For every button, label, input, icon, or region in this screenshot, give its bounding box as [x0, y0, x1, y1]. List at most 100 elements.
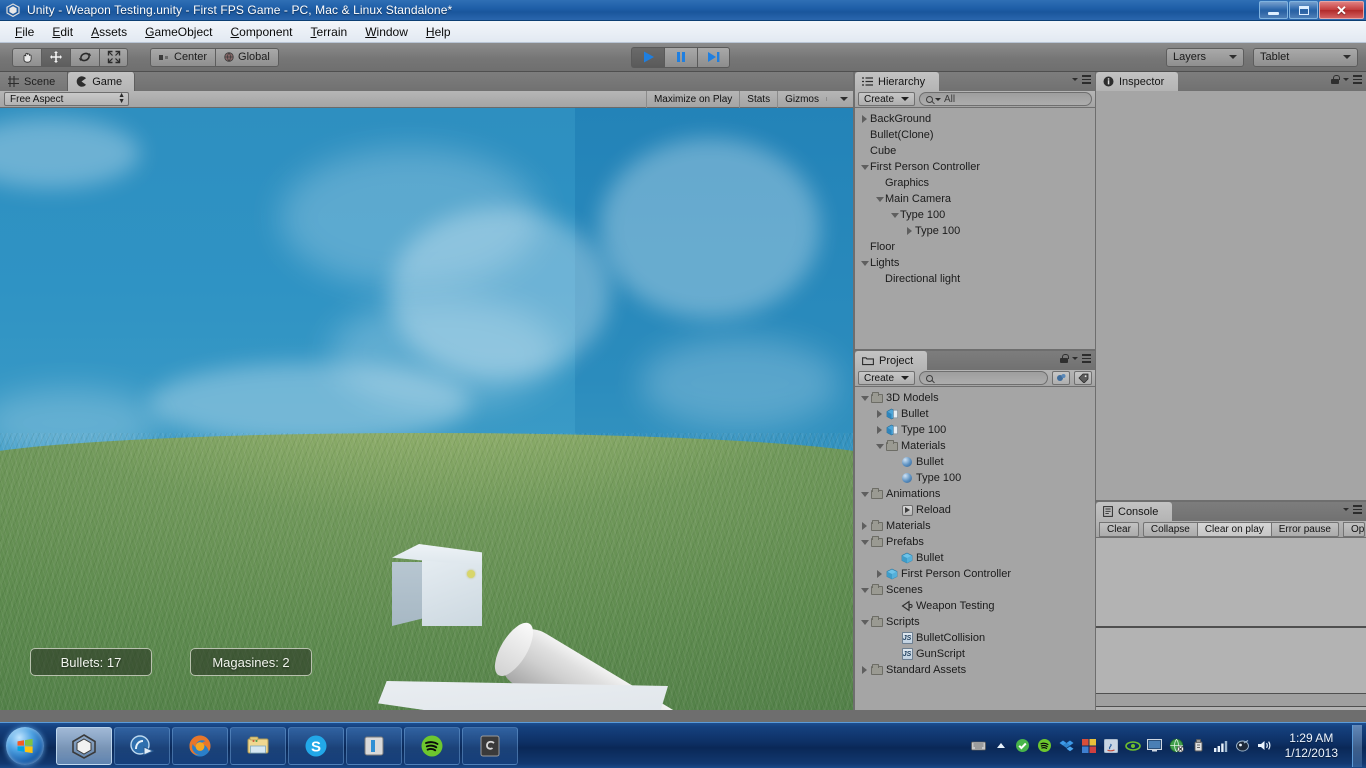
console-clear-button[interactable]: Clear: [1099, 521, 1139, 537]
twisty-toggle[interactable]: [859, 260, 870, 266]
twisty-toggle[interactable]: [859, 666, 870, 674]
lock-icon[interactable]: [1331, 75, 1340, 84]
console-clear-on-play-button[interactable]: Clear on play: [1196, 521, 1271, 537]
chevron-down-icon[interactable]: [1343, 507, 1349, 511]
keyboard-icon[interactable]: [971, 738, 987, 754]
hierarchy-item[interactable]: Type 100: [855, 223, 1095, 239]
colors-icon[interactable]: [1081, 738, 1097, 754]
start-button[interactable]: [2, 725, 48, 767]
console-message-list[interactable]: [1096, 538, 1366, 710]
hierarchy-item[interactable]: First Person Controller: [855, 159, 1095, 175]
twisty-toggle[interactable]: [904, 227, 915, 235]
pause-button[interactable]: [664, 46, 697, 68]
tab-inspector[interactable]: Inspector: [1096, 72, 1179, 91]
twisty-toggle[interactable]: [859, 619, 870, 625]
project-item[interactable]: First Person Controller: [855, 566, 1095, 582]
menu-help[interactable]: Help: [417, 23, 460, 41]
chevron-down-icon[interactable]: [1072, 357, 1078, 360]
twisty-toggle[interactable]: [859, 164, 870, 170]
move-tool-button[interactable]: [41, 47, 70, 67]
lock-icon[interactable]: [1060, 354, 1069, 363]
project-item[interactable]: Type 100: [855, 422, 1095, 438]
panel-menu-icon[interactable]: [1353, 505, 1362, 514]
volume-icon[interactable]: [1257, 738, 1273, 754]
restore-button[interactable]: [1289, 1, 1318, 19]
aspect-ratio-dropdown[interactable]: Free Aspect ▲ ▼: [4, 92, 129, 106]
java-icon[interactable]: [1103, 738, 1119, 754]
project-create-button[interactable]: Create: [858, 371, 916, 385]
hand-tool-button[interactable]: [12, 47, 41, 67]
hierarchy-search-input[interactable]: All: [919, 92, 1092, 106]
twisty-toggle[interactable]: [874, 570, 885, 578]
display-icon[interactable]: [1147, 738, 1163, 754]
twisty-toggle[interactable]: [874, 443, 885, 449]
inspector-content-empty[interactable]: [1096, 91, 1366, 500]
stats-button[interactable]: Stats: [739, 90, 777, 108]
twisty-toggle[interactable]: [859, 491, 870, 497]
menu-component[interactable]: Component: [221, 23, 301, 41]
project-item[interactable]: Scripts: [855, 614, 1095, 630]
project-item[interactable]: Weapon Testing: [855, 598, 1095, 614]
taskbar-explorer[interactable]: [230, 726, 286, 765]
layers-dropdown[interactable]: Layers: [1166, 47, 1244, 67]
project-item[interactable]: Animations: [855, 486, 1095, 502]
twisty-toggle[interactable]: [874, 426, 885, 434]
taskbar-clock[interactable]: 1:29 AM 1/12/2013: [1279, 731, 1346, 761]
hierarchy-item[interactable]: Main Camera: [855, 191, 1095, 207]
hierarchy-item[interactable]: Directional light: [855, 271, 1095, 287]
twisty-toggle[interactable]: [874, 196, 885, 202]
project-item[interactable]: Prefabs: [855, 534, 1095, 550]
tab-hierarchy[interactable]: Hierarchy: [855, 72, 940, 91]
panel-menu-icon[interactable]: [1082, 75, 1091, 84]
close-button[interactable]: ✕: [1319, 1, 1364, 19]
twisty-toggle[interactable]: [859, 539, 870, 545]
project-item[interactable]: 3D Models: [855, 390, 1095, 406]
hierarchy-item[interactable]: BackGround: [855, 111, 1095, 127]
project-search-input[interactable]: [919, 371, 1048, 385]
twisty-toggle[interactable]: [859, 587, 870, 593]
maximize-on-play-button[interactable]: Maximize on Play: [645, 90, 739, 108]
hierarchy-item[interactable]: Lights: [855, 255, 1095, 271]
scale-tool-button[interactable]: [99, 47, 128, 67]
twisty-toggle[interactable]: [859, 522, 870, 530]
usb-icon[interactable]: [1191, 738, 1207, 754]
menu-edit[interactable]: Edit: [43, 23, 82, 41]
taskbar-firefox[interactable]: [172, 726, 228, 765]
step-button[interactable]: [697, 46, 730, 68]
chevron-down-icon[interactable]: [1072, 77, 1078, 81]
panel-menu-icon[interactable]: [1353, 75, 1362, 84]
taskbar-media[interactable]: [346, 726, 402, 765]
game-view-render[interactable]: Bullets: 17 Magasines: 2: [0, 108, 853, 710]
tab-console[interactable]: Console: [1096, 502, 1173, 521]
taskbar-skype[interactable]: S: [288, 726, 344, 765]
show-hidden-icons-button[interactable]: [993, 738, 1009, 754]
project-item[interactable]: Materials: [855, 518, 1095, 534]
taskbar-monodevelop[interactable]: [114, 726, 170, 765]
play-button[interactable]: [631, 46, 664, 68]
hierarchy-item[interactable]: Cube: [855, 143, 1095, 159]
menu-terrain[interactable]: Terrain: [302, 23, 357, 41]
project-item[interactable]: JS GunScript: [855, 646, 1095, 662]
taskbar-app[interactable]: [462, 726, 518, 765]
twisty-toggle[interactable]: [859, 115, 870, 123]
taskbar-unity[interactable]: [56, 726, 112, 765]
menu-file[interactable]: File: [6, 23, 43, 41]
dropbox-icon[interactable]: [1059, 738, 1075, 754]
shield-green-icon[interactable]: [1015, 738, 1031, 754]
project-tree[interactable]: 3D Models Bullet Type 100 Materials Bull…: [855, 387, 1095, 710]
menu-window[interactable]: Window: [356, 23, 417, 41]
console-collapse-button[interactable]: Collapse: [1142, 521, 1197, 537]
taskbar-spotify[interactable]: [404, 726, 460, 765]
hierarchy-create-button[interactable]: Create: [858, 92, 916, 106]
project-item[interactable]: Materials: [855, 438, 1095, 454]
project-item[interactable]: Bullet: [855, 550, 1095, 566]
chevron-down-icon[interactable]: [1343, 78, 1349, 81]
tab-project[interactable]: Project: [855, 351, 928, 370]
hierarchy-item[interactable]: Type 100: [855, 207, 1095, 223]
project-filter-by-label-button[interactable]: [1074, 371, 1092, 385]
tab-game[interactable]: Game: [68, 72, 136, 91]
globe-icon[interactable]: [1169, 738, 1185, 754]
project-item[interactable]: Type 100: [855, 470, 1095, 486]
project-item[interactable]: Reload: [855, 502, 1095, 518]
hierarchy-item[interactable]: Floor: [855, 239, 1095, 255]
